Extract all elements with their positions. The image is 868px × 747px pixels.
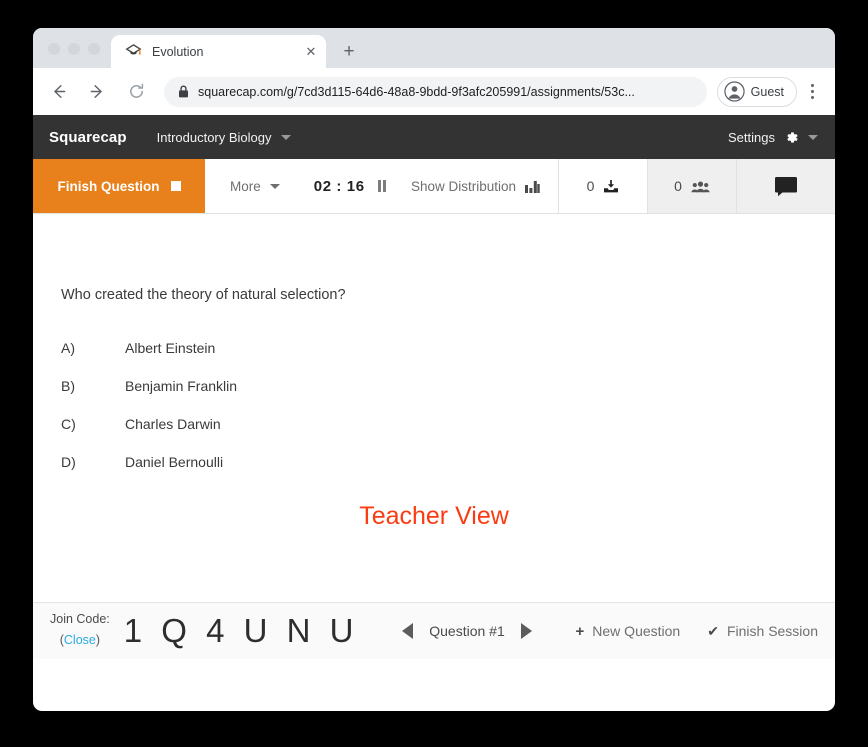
answer-text: Charles Darwin (125, 416, 221, 432)
close-tab-icon[interactable]: ✕ (300, 41, 322, 63)
finish-session-label: Finish Session (726, 623, 818, 639)
new-question-button[interactable]: + New Question (576, 623, 681, 639)
answer-option-b: B) Benjamin Franklin (61, 378, 835, 394)
pause-bar (382, 180, 386, 192)
plus-icon: + (575, 622, 585, 640)
more-label: More (230, 178, 261, 194)
previous-question-icon[interactable] (402, 623, 414, 639)
finish-question-button[interactable]: Finish Question (33, 159, 205, 213)
squarecap-cap-icon (125, 44, 142, 55)
timer-value: 02 : 16 (313, 177, 365, 195)
chat-button[interactable] (736, 159, 835, 213)
tab-title: Evolution (152, 44, 204, 59)
answer-letter: B) (61, 378, 75, 394)
question-navigator: Question #1 (402, 623, 532, 639)
question-prompt: Who created the theory of natural select… (61, 287, 346, 303)
next-question-icon[interactable] (520, 623, 532, 639)
maximize-window-button[interactable] (88, 43, 100, 55)
inbox-download-icon (604, 179, 619, 192)
paren-close: ) (95, 633, 101, 648)
profile-chip[interactable]: Guest (716, 76, 797, 107)
browser-tab[interactable]: Evolution ✕ (111, 35, 326, 68)
people-icon (691, 181, 710, 192)
forward-icon[interactable] (82, 77, 112, 107)
browser-tab-strip: Evolution ✕ + (33, 28, 835, 68)
lock-icon (179, 85, 188, 98)
responses-count-cell[interactable]: 0 (558, 159, 647, 213)
course-name-label: Introductory Biology (156, 129, 272, 145)
responses-count: 0 (586, 178, 595, 194)
join-code-label: Join Code: (50, 612, 110, 627)
course-selector-dropdown[interactable]: Introductory Biology (157, 130, 291, 145)
answer-text: Benjamin Franklin (125, 378, 238, 394)
kebab-menu-icon[interactable] (801, 84, 823, 99)
settings-menu[interactable]: Settings (728, 130, 818, 145)
join-code-value: 1 Q 4 U N U (123, 612, 359, 649)
question-body: Who created the theory of natural select… (33, 214, 835, 602)
back-icon[interactable] (43, 77, 73, 107)
participants-count: 0 (674, 178, 682, 194)
answer-option-a: A) Albert Einstein (61, 340, 835, 356)
question-number-label: Question #1 (429, 623, 505, 639)
profile-label: Guest (750, 84, 784, 99)
menu-dot (810, 84, 814, 87)
window-controls (33, 43, 111, 68)
answer-letter: D) (61, 454, 76, 470)
show-distribution-button[interactable]: Show Distribution (411, 159, 558, 213)
menu-dot (810, 96, 814, 99)
reload-icon[interactable] (121, 77, 151, 107)
browser-omnibox-row: squarecap.com/g/7cd3d115-64d6-48a8-9bdd-… (33, 68, 835, 115)
new-tab-button[interactable]: + (335, 37, 363, 65)
answer-letter: A) (61, 340, 75, 356)
answer-text: Daniel Bernoulli (125, 454, 224, 470)
chevron-down-icon (808, 134, 818, 140)
answer-option-c: C) Charles Darwin (61, 416, 835, 432)
gear-icon (787, 131, 798, 143)
teacher-view-annotation: Teacher View (359, 502, 509, 530)
join-code-close: (Close) (60, 633, 100, 647)
answer-text: Albert Einstein (125, 340, 216, 356)
join-code-labels: Join Code: (Close) (50, 610, 110, 651)
finish-question-label: Finish Question (57, 178, 160, 194)
check-icon: ✔ (707, 623, 719, 639)
app-footer: Join Code: (Close) 1 Q 4 U N U Question … (33, 602, 835, 659)
join-code-block: Join Code: (Close) 1 Q 4 U N U (50, 610, 358, 651)
pause-icon[interactable] (377, 180, 386, 192)
menu-dot (810, 90, 814, 93)
address-bar[interactable]: squarecap.com/g/7cd3d115-64d6-48a8-9bdd-… (164, 76, 707, 107)
pause-bar (377, 180, 381, 192)
close-window-button[interactable] (48, 43, 60, 55)
close-join-code-link[interactable]: Close (64, 633, 96, 647)
new-question-label: New Question (592, 623, 681, 639)
show-distribution-label: Show Distribution (410, 178, 516, 194)
participants-count-cell[interactable]: 0 (647, 159, 736, 213)
more-menu-button[interactable]: More (205, 159, 300, 213)
chevron-down-icon (280, 134, 291, 140)
settings-label: Settings (728, 129, 775, 145)
bar-chart-icon (525, 181, 540, 193)
question-timer: 02 : 16 (300, 159, 400, 213)
answer-letter: C) (61, 416, 76, 432)
brand-logo[interactable]: Squarecap (49, 129, 127, 146)
finish-session-button[interactable]: ✔ Finish Session (707, 623, 818, 639)
chat-bubble-icon (775, 176, 797, 196)
answer-option-d: D) Daniel Bernoulli (61, 454, 835, 470)
browser-window: Evolution ✕ + squarecap.com/g/7cd3d115-6… (33, 28, 835, 711)
url-text: squarecap.com/g/7cd3d115-64d6-48a8-9bdd-… (198, 84, 635, 99)
minimize-window-button[interactable] (68, 43, 80, 55)
stop-square-icon (170, 181, 181, 191)
chevron-down-icon (269, 183, 280, 189)
footer-actions: + New Question ✔ Finish Session (576, 623, 818, 639)
person-avatar-icon (723, 81, 745, 102)
question-action-toolbar: Finish Question More 02 : 16 Show Distri… (33, 159, 835, 214)
app-navbar: Squarecap Introductory Biology Settings (33, 115, 835, 159)
